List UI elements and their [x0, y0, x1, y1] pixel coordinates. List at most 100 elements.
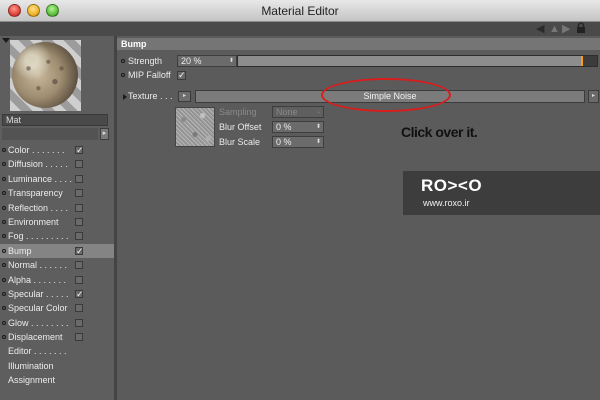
channel-item[interactable]: Assignment: [0, 373, 114, 387]
channel-item[interactable]: Alpha . . . . . . .: [0, 273, 114, 287]
mip-anim-dot[interactable]: [121, 73, 125, 77]
watermark-url: www.roxo.ir: [423, 198, 470, 208]
sampling-dropdown-icon: ⌄: [315, 109, 321, 115]
watermark-logo: RO><O: [421, 176, 483, 195]
texture-thumbnail[interactable]: [175, 107, 215, 147]
channel-checkbox[interactable]: [75, 275, 83, 284]
preview-sphere: [12, 42, 78, 108]
channel-item[interactable]: Normal . . . . . .: [0, 258, 114, 272]
channel-checkbox[interactable]: [75, 217, 83, 226]
channel-checkbox[interactable]: [75, 318, 83, 327]
channel-item[interactable]: Fog . . . . . . . . .: [0, 229, 114, 243]
left-panel: Mat ▸ Color . . . . . . . ✓ Diffusion . . …: [0, 36, 114, 400]
channel-anim-dot: [2, 176, 6, 181]
preview-toggle-icon[interactable]: [2, 38, 10, 43]
section-title: Bump: [117, 38, 600, 50]
channel-checkbox[interactable]: [75, 174, 83, 183]
channel-item[interactable]: Glow . . . . . . . .: [0, 316, 114, 330]
material-preview[interactable]: [10, 40, 81, 111]
channel-checkbox[interactable]: [75, 232, 83, 241]
strength-value: 20 %: [181, 56, 202, 66]
channel-label: Glow . . . . . . . .: [8, 317, 69, 328]
title-bar: Material Editor: [0, 0, 600, 22]
channel-checkbox[interactable]: ✓: [75, 146, 84, 155]
channel-label: Luminance . . . .: [8, 173, 73, 184]
material-secondary-field: [2, 128, 98, 140]
channel-anim-dot: [2, 335, 6, 340]
watermark-box: RO><O www.roxo.ir: [403, 171, 600, 215]
blur-scale-field[interactable]: 0 % ⬍: [272, 136, 324, 148]
strength-field[interactable]: 20 % ⬍: [177, 55, 237, 67]
channel-label: Fog . . . . . . . . .: [8, 231, 69, 242]
channel-label: Assignment: [8, 375, 56, 386]
blur-offset-spinner-icon[interactable]: ⬍: [316, 122, 321, 132]
material-menu-button[interactable]: ▸: [100, 128, 109, 140]
channel-checkbox[interactable]: [75, 203, 83, 212]
channel-label: Editor . . . . . . .: [8, 346, 67, 357]
channel-anim-dot: [2, 320, 6, 325]
channel-label: Alpha . . . . . . .: [8, 274, 67, 285]
channel-checkbox[interactable]: [75, 304, 83, 313]
channel-item[interactable]: Illumination: [0, 359, 114, 373]
channel-list: Color . . . . . . . ✓ Diffusion . . . . . L…: [0, 143, 114, 388]
blur-offset-field[interactable]: 0 % ⬍: [272, 121, 324, 133]
strength-slider-marker: [581, 56, 583, 66]
channel-checkbox[interactable]: [75, 261, 83, 270]
material-name-field[interactable]: Mat: [2, 114, 108, 126]
channel-label: Illumination: [8, 360, 54, 371]
channel-checkbox[interactable]: [75, 160, 83, 169]
channel-checkbox[interactable]: ✓: [75, 246, 84, 255]
sampling-label: Sampling: [219, 107, 257, 117]
texture-menu-button[interactable]: ▸: [178, 91, 191, 102]
channel-anim-dot: [2, 205, 6, 210]
channel-item[interactable]: Specular . . . . . ✓: [0, 287, 114, 301]
blur-scale-value: 0 %: [276, 137, 292, 147]
channel-item[interactable]: Reflection . . . .: [0, 201, 114, 215]
strength-slider-fill: [238, 56, 581, 66]
toolbar: ◀ ▲ ▶: [0, 22, 600, 36]
nav-forward-icon[interactable]: ▶: [562, 22, 574, 36]
blur-scale-spinner-icon[interactable]: ⬍: [316, 137, 321, 147]
bump-texture: [12, 42, 78, 108]
channel-anim-dot: [2, 162, 6, 167]
channel-item[interactable]: Diffusion . . . . .: [0, 157, 114, 171]
channel-item[interactable]: Luminance . . . .: [0, 172, 114, 186]
blur-scale-label: Blur Scale: [219, 137, 261, 147]
sampling-value: None: [276, 107, 298, 117]
channel-checkbox[interactable]: ✓: [75, 289, 84, 298]
lock-icon[interactable]: [576, 22, 588, 36]
sampling-dropdown[interactable]: None ⌄: [272, 106, 324, 118]
channel-checkbox[interactable]: [75, 189, 83, 198]
channel-item[interactable]: Bump ✓: [0, 243, 114, 259]
channel-anim-dot: [2, 306, 6, 311]
channel-item[interactable]: Environment: [0, 215, 114, 229]
lock-icon-glyph: [577, 22, 585, 33]
channel-item[interactable]: Editor . . . . . . .: [0, 344, 114, 358]
channel-checkbox[interactable]: [75, 333, 83, 342]
channel-label: Reflection . . . .: [8, 202, 69, 213]
channel-item[interactable]: Color . . . . . . . ✓: [0, 143, 114, 157]
annotation-highlight: [321, 78, 451, 112]
channel-item[interactable]: Specular Color: [0, 301, 114, 315]
channel-anim-dot: [2, 148, 6, 152]
nav-back-icon[interactable]: ◀: [536, 22, 548, 36]
strength-label: Strength: [128, 56, 163, 66]
blur-offset-value: 0 %: [276, 122, 292, 132]
toolbar-menu-area: [0, 22, 530, 36]
channel-label: Specular Color: [8, 303, 68, 314]
channel-item[interactable]: Transparency: [0, 186, 114, 200]
texture-expand-icon[interactable]: [123, 94, 127, 100]
channel-label: Diffusion . . . . .: [8, 159, 68, 170]
strength-spinner-icon[interactable]: ⬍: [229, 56, 234, 66]
nav-up-icon[interactable]: ▲: [549, 22, 561, 36]
texture-label: Texture . . .: [128, 91, 173, 101]
strength-slider[interactable]: [237, 55, 598, 67]
mip-falloff-label: MIP Falloff: [128, 70, 171, 80]
strength-anim-dot[interactable]: [121, 59, 125, 63]
channel-label: Displacement: [8, 332, 63, 343]
mip-falloff-checkbox[interactable]: ✓: [177, 71, 186, 80]
channel-anim-dot: [2, 291, 6, 296]
channel-item[interactable]: Displacement: [0, 330, 114, 344]
channel-label: Bump: [8, 245, 32, 256]
texture-clear-button[interactable]: ▸: [588, 90, 599, 103]
